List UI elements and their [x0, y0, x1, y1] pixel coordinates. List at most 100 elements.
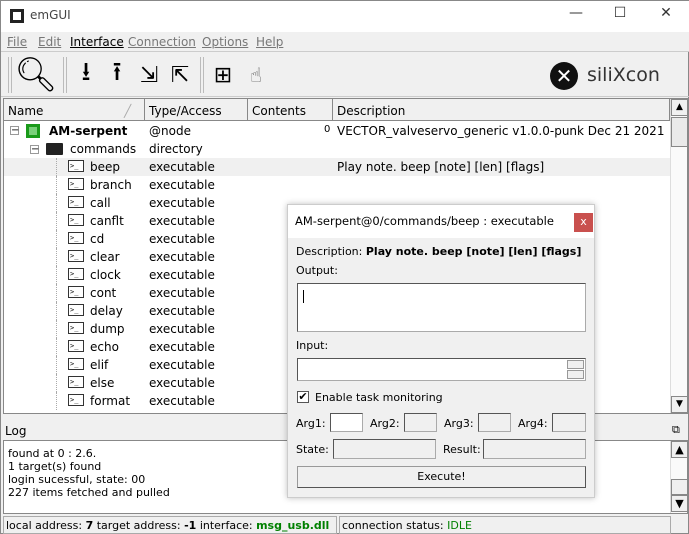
maximize-button[interactable]: ☐: [605, 5, 635, 27]
menu-options[interactable]: Options: [202, 35, 248, 49]
menu-interface[interactable]: Interface: [70, 35, 124, 49]
arg4-label: Arg4:: [518, 417, 548, 430]
command-type: executable: [149, 232, 215, 246]
spin-down-button[interactable]: [567, 370, 584, 379]
collapse-icon[interactable]: −: [10, 126, 19, 136]
sort-arrow-icon: ╱: [124, 104, 132, 118]
scroll-thumb[interactable]: [671, 479, 688, 495]
command-type: executable: [149, 178, 215, 192]
add-document-icon[interactable]: ⊞: [208, 58, 238, 92]
scroll-down-button[interactable]: ▼: [671, 495, 688, 512]
command-description: Play note. beep [note] [len] [flags]: [337, 160, 545, 174]
upload-icon[interactable]: ⭱: [102, 57, 132, 92]
search-icon[interactable]: 🔍︎: [14, 55, 57, 95]
collapse-icon[interactable]: −: [30, 145, 39, 155]
command-name: branch: [90, 178, 132, 192]
monitoring-checkbox[interactable]: ✔: [297, 391, 309, 403]
dialog-title-bar[interactable]: AM-serpent@0/commands/beep : executable …: [288, 205, 594, 238]
column-header-contents[interactable]: Contents: [248, 99, 333, 121]
menu-connection[interactable]: Connection: [128, 35, 196, 49]
folder-type: directory: [149, 142, 203, 156]
spin-up-button[interactable]: [567, 360, 584, 369]
connection-status: IDLE: [447, 519, 472, 532]
undock-icon[interactable]: ⧉: [672, 423, 680, 437]
log-scrollbar[interactable]: ▲ ▼: [670, 441, 688, 513]
executable-icon: >_: [68, 196, 84, 208]
minimize-button[interactable]: —: [561, 5, 591, 27]
local-label: local address:: [6, 519, 83, 532]
dialog-close-button[interactable]: x: [574, 213, 593, 232]
toolbar-grip[interactable]: [8, 57, 12, 93]
column-header-name[interactable]: Name ╱: [4, 99, 145, 121]
column-header-description[interactable]: Description: [333, 99, 670, 121]
arg3-label: Arg3:: [444, 417, 474, 430]
tree-row-command[interactable]: >_ branch executable: [4, 176, 670, 194]
command-name: clock: [90, 268, 121, 282]
tree-line: [56, 392, 57, 410]
command-type: executable: [149, 358, 215, 372]
executable-icon: >_: [68, 286, 84, 298]
file-export-icon[interactable]: ⇲: [134, 58, 164, 92]
command-name: else: [90, 376, 115, 390]
command-type: executable: [149, 160, 215, 174]
executable-icon: >_: [68, 250, 84, 262]
executable-icon: >_: [68, 322, 84, 334]
close-button[interactable]: ✕: [651, 5, 681, 27]
file-import-icon[interactable]: ⇱: [165, 58, 195, 92]
toolbar-grip[interactable]: [200, 57, 204, 93]
execute-button[interactable]: Execute!: [297, 466, 586, 488]
output-field[interactable]: [297, 283, 586, 332]
command-type: executable: [149, 394, 215, 408]
menu-help[interactable]: Help: [256, 35, 283, 49]
executable-icon: >_: [68, 160, 84, 172]
executable-icon: >_: [68, 340, 84, 352]
tree-row-root[interactable]: − AM-serpent @node 0 VECTOR_valveservo_g…: [4, 122, 670, 140]
command-type: executable: [149, 322, 215, 336]
arg4-field[interactable]: [552, 413, 586, 432]
arg3-field[interactable]: [478, 413, 511, 432]
state-field: [333, 439, 436, 459]
arg1-label: Arg1:: [296, 417, 326, 430]
command-type: executable: [149, 268, 215, 282]
command-name: clear: [90, 250, 120, 264]
dialog-title: AM-serpent@0/commands/beep : executable: [295, 214, 554, 228]
scroll-up-button[interactable]: ▲: [671, 99, 688, 116]
column-header-type[interactable]: Type/Access: [145, 99, 248, 121]
scroll-up-button[interactable]: ▲: [671, 441, 688, 458]
target-label: target address:: [96, 519, 181, 532]
arg2-field[interactable]: [404, 413, 437, 432]
log-title: Log: [5, 424, 27, 438]
scroll-thumb[interactable]: [671, 117, 688, 147]
menu-file[interactable]: File: [7, 35, 27, 49]
description-row: Description: Play note. beep [note] [len…: [296, 245, 581, 258]
input-field[interactable]: [297, 358, 586, 381]
log-line: 227 items fetched and pulled: [8, 486, 170, 499]
command-name: call: [90, 196, 111, 210]
tree-row-commands[interactable]: − commands directory: [4, 140, 670, 158]
title-bar: emGUI — ☐ ✕: [1, 1, 689, 32]
brand-text: siliXcon: [587, 64, 660, 86]
command-name: canflt: [90, 214, 124, 228]
toolbar-grip[interactable]: [63, 57, 67, 93]
scroll-down-button[interactable]: ▼: [671, 396, 688, 413]
text-cursor: [303, 290, 304, 303]
command-type: executable: [149, 250, 215, 264]
tree-line: [56, 356, 57, 374]
command-name: cd: [90, 232, 105, 246]
tree-line: [56, 266, 57, 284]
node-type: @node: [149, 124, 191, 138]
tree-row-command[interactable]: >_ beep executable Play note. beep [note] […: [4, 158, 670, 176]
tree-scrollbar[interactable]: ▲ ▼: [670, 99, 688, 413]
command-type: executable: [149, 340, 215, 354]
tree-line: [56, 338, 57, 356]
log-line: 1 target(s) found: [8, 460, 102, 473]
node-description: VECTOR_valveservo_generic v1.0.0-punk De…: [337, 124, 665, 138]
command-name: delay: [90, 304, 123, 318]
arg1-field[interactable]: [330, 413, 363, 432]
hand-pointer-icon[interactable]: ☝: [241, 58, 271, 92]
toolbar: 🔍︎ ⭳ ⭱ ⇲ ⇱ ⊞ ☝ ✕ siliXcon: [1, 51, 689, 97]
arg2-label: Arg2:: [370, 417, 400, 430]
menu-edit[interactable]: Edit: [38, 35, 61, 49]
download-icon[interactable]: ⭳: [71, 57, 101, 92]
tree-line: [56, 302, 57, 320]
